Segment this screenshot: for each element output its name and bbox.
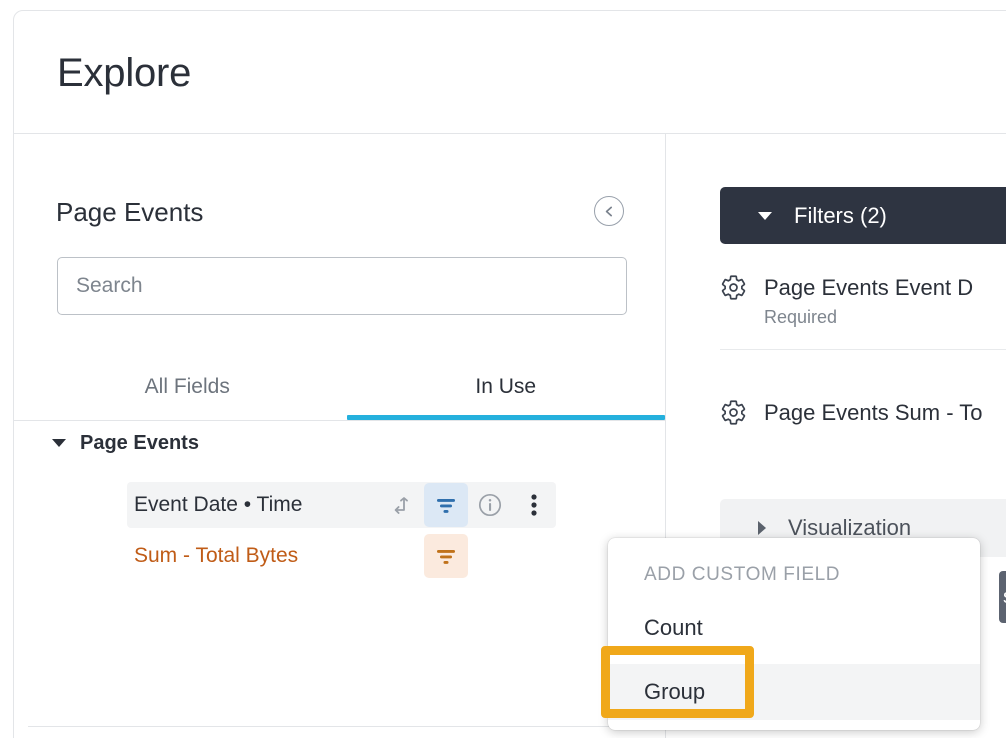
field-panel-tabs: All Fields In Use (28, 362, 665, 420)
caret-right-icon (758, 521, 766, 535)
tab-in-use-label: In Use (475, 375, 537, 398)
panel-divider (28, 726, 651, 727)
caret-down-icon (758, 211, 772, 220)
field-group-label: Page Events (80, 431, 199, 454)
field-row[interactable]: Event Date • Time (127, 482, 556, 528)
field-name: Sum - Total Bytes (134, 544, 299, 567)
overflow-menu-icon[interactable] (512, 483, 556, 527)
menu-item-group[interactable]: Group (608, 664, 980, 720)
info-icon[interactable] (468, 483, 512, 527)
field-group-page-events[interactable]: Page Events (52, 426, 199, 460)
gear-icon (720, 274, 747, 306)
field-panel-header: Page Events (56, 196, 626, 228)
run-button[interactable]: s (999, 571, 1006, 623)
add-custom-field-menu: ADD CUSTOM FIELD Count Group (608, 538, 980, 730)
menu-heading: ADD CUSTOM FIELD (644, 564, 841, 585)
tab-in-use[interactable]: In Use (346, 362, 665, 420)
filters-section-header[interactable]: Filters (2) (720, 187, 1006, 244)
filter-row-texts: Page Events Event D Required (764, 274, 973, 327)
filter-icon[interactable] (424, 534, 468, 578)
field-row-spacer (512, 534, 556, 578)
pivot-icon[interactable] (380, 483, 424, 527)
tab-all-fields[interactable]: All Fields (28, 362, 347, 420)
menu-item-count[interactable]: Count (608, 600, 980, 656)
filter-row-texts: Page Events Sum - To (764, 399, 983, 426)
caret-down-icon (52, 439, 66, 447)
field-row[interactable]: Sum - Total Bytes (127, 533, 556, 579)
page-title: Explore (57, 51, 192, 95)
explore-screen: Explore Page Events All Fields (0, 0, 1006, 738)
filter-row[interactable]: Page Events Event D Required (720, 274, 1006, 327)
filter-row[interactable]: Page Events Sum - To (720, 399, 1006, 431)
search-input[interactable] (58, 258, 626, 314)
filter-title: Page Events Event D (764, 275, 974, 300)
field-browser-panel: Page Events All Fields In Use (14, 134, 666, 738)
filter-title: Page Events Sum - To (764, 400, 983, 425)
chevron-left-circle-icon[interactable] (594, 196, 624, 226)
filters-section-label: Filters (2) (794, 202, 887, 228)
field-name: Event Date • Time (134, 493, 303, 516)
field-row-spacer (468, 534, 512, 578)
field-panel-title: Page Events (56, 197, 204, 227)
search-field[interactable] (57, 257, 627, 315)
title-bar: Explore (14, 11, 1006, 134)
filter-divider (720, 349, 1006, 350)
tabs-divider (14, 420, 666, 421)
filter-icon[interactable] (424, 483, 468, 527)
gear-icon (720, 399, 747, 431)
tab-all-fields-label: All Fields (144, 375, 230, 398)
filter-subtitle: Required (764, 307, 838, 327)
